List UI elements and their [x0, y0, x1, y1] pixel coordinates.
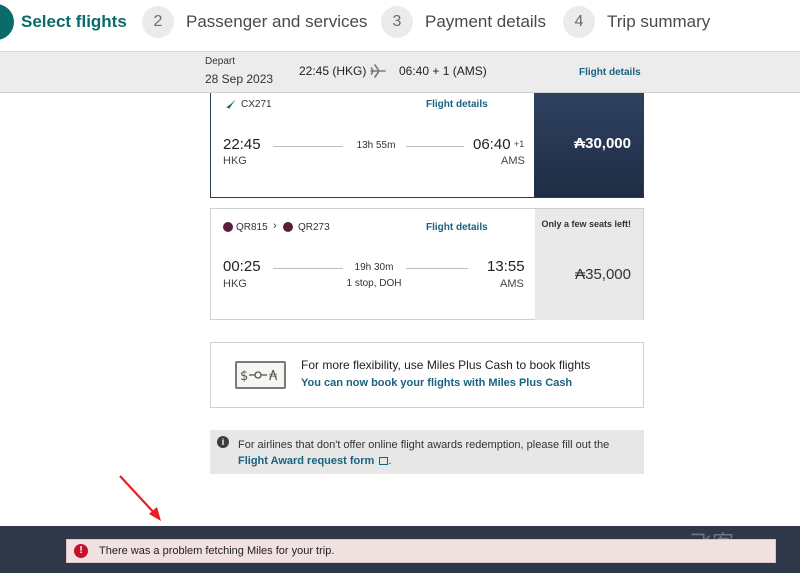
notice-period: . — [388, 455, 392, 467]
flight-code-1: QR815 — [236, 222, 268, 233]
step-2-indicator: 2 — [142, 6, 174, 38]
award-request-form-link[interactable]: Flight Award request form — [238, 455, 374, 467]
flight-duration: 13h 55m — [356, 140, 396, 151]
summary-flight-details-link[interactable]: Flight details — [579, 67, 641, 78]
miles-amount: 30,000 — [585, 135, 631, 152]
miles-plus-cash-title: For more flexibility, use Miles Plus Cas… — [301, 358, 591, 372]
qatar-logo-icon — [223, 222, 233, 232]
depart-label: Depart — [205, 56, 236, 67]
chevron-right-icon: › — [273, 220, 277, 232]
flight-code: CX271 — [241, 99, 272, 110]
external-link-icon[interactable] — [379, 457, 389, 465]
miles-plus-cash-icon: $ ₳ — [235, 361, 286, 389]
summary-departure: 22:45 (HKG) — [299, 64, 367, 78]
step-3-label: Payment details — [425, 12, 546, 31]
cathay-logo-icon — [223, 97, 237, 115]
step-1-label[interactable]: Select flights — [21, 12, 127, 32]
departure-time: 00:25 — [223, 258, 261, 275]
svg-text:$: $ — [240, 369, 248, 384]
arrival-airport: AMS — [500, 278, 524, 290]
step-1-indicator — [0, 4, 14, 40]
info-icon: i — [217, 436, 229, 448]
summary-arrival: 06:40 + 1 (AMS) — [399, 64, 487, 78]
svg-text:₳: ₳ — [269, 369, 278, 384]
plane-icon — [370, 63, 386, 84]
flight-card-qr815[interactable]: QR815 › QR273 Flight details 00:25 HKG 1… — [210, 208, 644, 320]
flight-code-2: QR273 — [298, 222, 330, 233]
arrival-time: 06:40 — [473, 136, 511, 153]
flight-details-link[interactable]: Flight details — [426, 99, 488, 110]
annotation-arrow-icon — [119, 475, 161, 521]
qatar-logo-icon — [283, 222, 293, 232]
price-panel-selected[interactable]: ₳30,000 — [534, 93, 643, 197]
step-4-indicator: 4 — [563, 6, 595, 38]
error-icon: ! — [74, 544, 88, 558]
miles-price: ₳35,000 — [575, 266, 631, 283]
miles-amount: 35,000 — [585, 266, 631, 283]
departure-time: 22:45 — [223, 136, 261, 153]
route-line-left — [273, 146, 343, 147]
notice-text-block: For airlines that don't offer online fli… — [238, 437, 638, 469]
step-3-indicator: 3 — [381, 6, 413, 38]
error-toast: ! There was a problem fetching Miles for… — [66, 539, 776, 563]
notice-text: For airlines that don't offer online fli… — [238, 439, 610, 451]
arrival-airport: AMS — [501, 155, 525, 167]
miles-plus-cash-banner: $ ₳ For more flexibility, use Miles Plus… — [210, 342, 644, 408]
route-line-right — [406, 146, 464, 147]
route-line-right — [406, 268, 468, 269]
flight-details-link[interactable]: Flight details — [426, 222, 488, 233]
price-panel[interactable]: Only a few seats left! ₳35,000 — [535, 209, 643, 320]
flight-card-cx271[interactable]: CX271 Flight details 22:45 HKG 13h 55m 0… — [210, 93, 644, 198]
award-request-notice: i For airlines that don't offer online f… — [210, 430, 644, 474]
depart-date: 28 Sep 2023 — [205, 72, 274, 86]
departure-airport: HKG — [223, 155, 247, 167]
arrival-day-offset: +1 — [514, 139, 525, 149]
miles-plus-cash-link[interactable]: You can now book your flights with Miles… — [301, 377, 572, 389]
selected-flight-summary: Depart 28 Sep 2023 22:45 (HKG) 06:40 + 1… — [0, 51, 800, 93]
watermark-logo: FLYERT — [665, 500, 769, 527]
step-2-label: Passenger and services — [186, 12, 368, 31]
miles-price: ₳30,000 — [574, 135, 631, 152]
step-4-label: Trip summary — [607, 12, 711, 31]
booking-stepper: Select flights 2 Passenger and services … — [0, 0, 800, 51]
error-message: There was a problem fetching Miles for y… — [99, 545, 335, 557]
route-line-left — [273, 268, 343, 269]
departure-airport: HKG — [223, 278, 247, 290]
seats-left-notice: Only a few seats left! — [541, 219, 631, 229]
arrival-time: 13:55 — [487, 258, 525, 275]
asia-miles-icon: ₳ — [575, 266, 586, 283]
asia-miles-icon: ₳ — [574, 135, 586, 152]
flight-stops: 1 stop, DOH — [346, 278, 402, 289]
flight-duration: 19h 30m — [354, 262, 394, 273]
